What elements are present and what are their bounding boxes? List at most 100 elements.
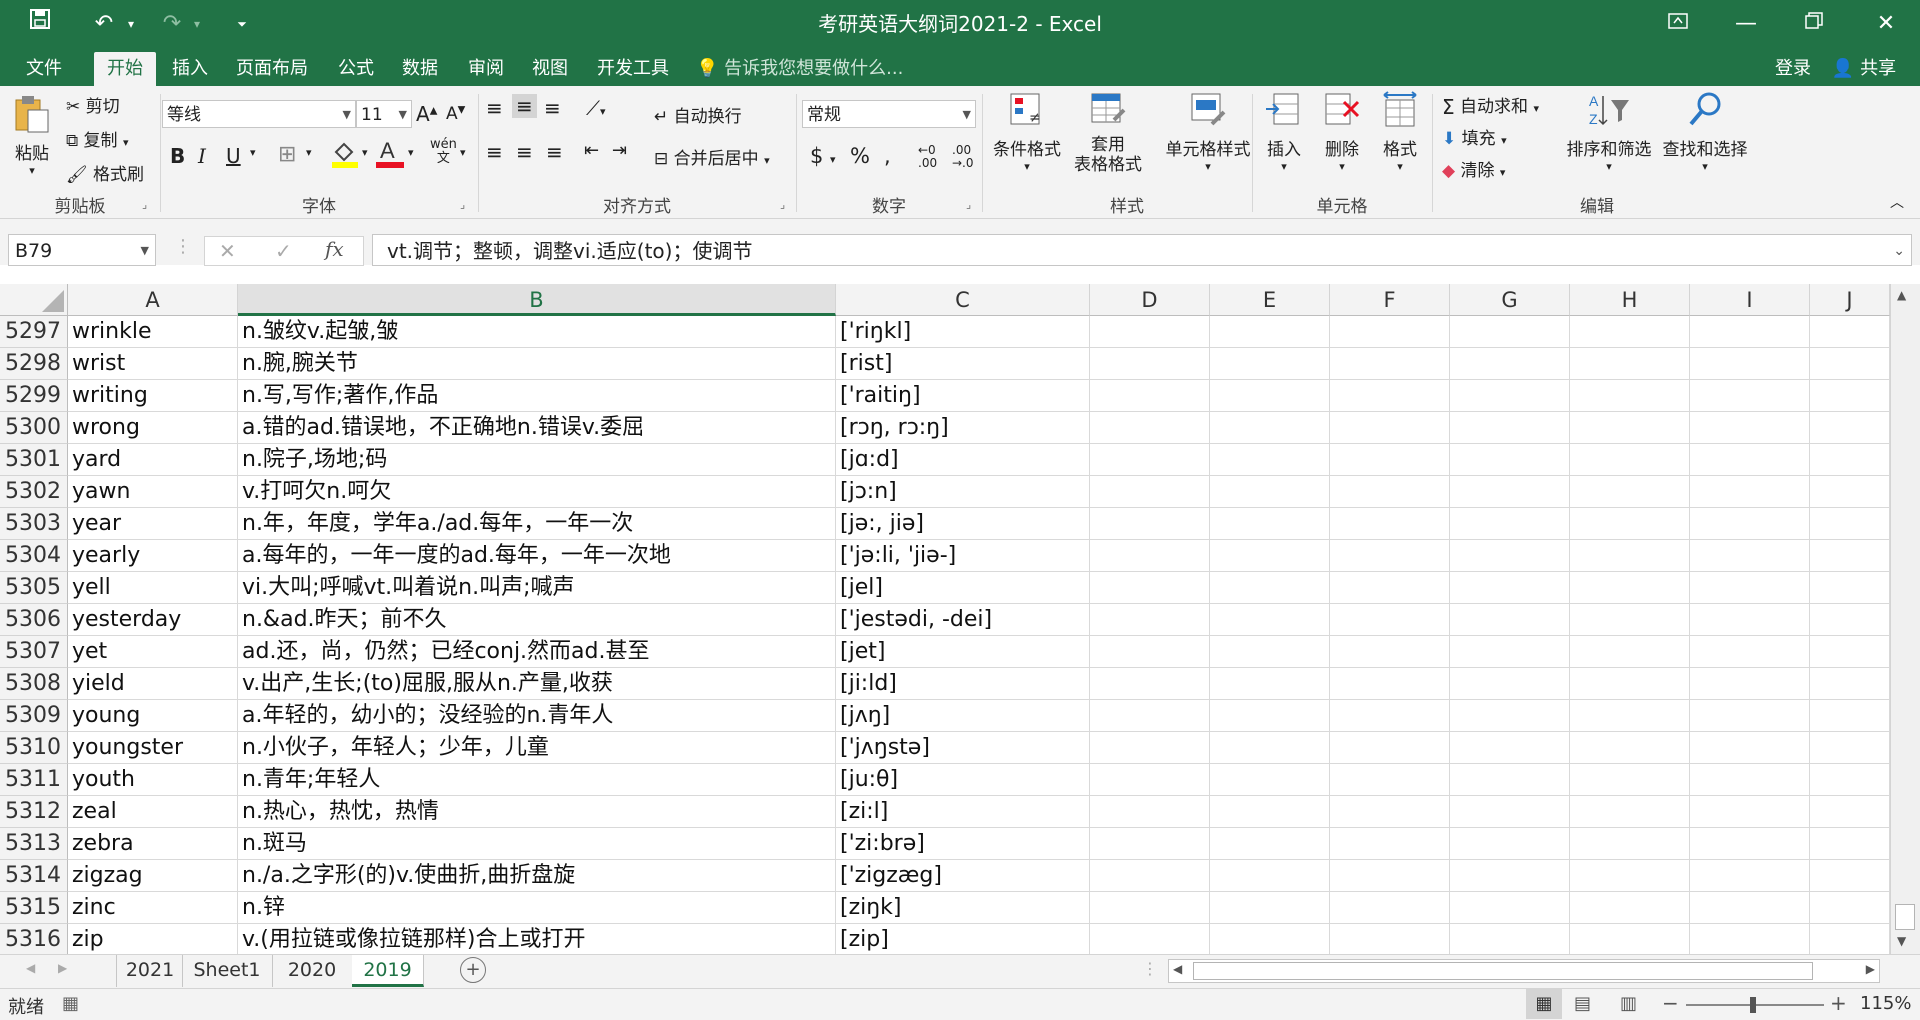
cell[interactable] xyxy=(1690,764,1810,796)
cell[interactable] xyxy=(1690,700,1810,732)
scroll-right-icon[interactable]: ▶ xyxy=(1866,962,1875,976)
row-header[interactable]: 5314 xyxy=(0,860,68,892)
align-left-icon[interactable]: ≡ xyxy=(486,140,503,164)
cell[interactable]: n.年，年度，学年a./ad.每年，一年一次 xyxy=(238,508,836,540)
cell[interactable] xyxy=(1210,604,1330,636)
row-header[interactable]: 5304 xyxy=(0,540,68,572)
orientation-icon[interactable]: ⟋▾ xyxy=(586,96,606,120)
column-header-j[interactable]: J xyxy=(1810,284,1890,316)
cell[interactable] xyxy=(1330,732,1450,764)
cell[interactable]: yawn xyxy=(68,476,238,508)
number-launcher-icon[interactable]: ⌟ xyxy=(966,198,971,211)
cell[interactable]: [zip] xyxy=(836,924,1090,954)
sign-in-link[interactable]: 登录 xyxy=(1768,52,1818,86)
cell[interactable]: yard xyxy=(68,444,238,476)
cell[interactable] xyxy=(1450,412,1570,444)
cell[interactable] xyxy=(1210,316,1330,348)
cell[interactable]: wrong xyxy=(68,412,238,444)
cell[interactable] xyxy=(1690,796,1810,828)
cell[interactable] xyxy=(1090,508,1210,540)
horizontal-scrollbar[interactable]: ◀ ▶ xyxy=(1168,959,1880,983)
phonetic-icon[interactable]: wén 文 xyxy=(430,138,457,166)
fill-button[interactable]: ⬇ 填充 ▾ xyxy=(1442,124,1507,149)
cell[interactable] xyxy=(1330,636,1450,668)
percent-icon[interactable]: % xyxy=(850,144,870,168)
cell[interactable] xyxy=(1810,700,1890,732)
cell[interactable] xyxy=(1330,508,1450,540)
expand-formula-icon[interactable]: ⌄ xyxy=(1893,235,1905,267)
font-name-combo[interactable]: 等线 ▼ xyxy=(162,100,356,128)
scroll-down-icon[interactable]: ▼ xyxy=(1897,934,1906,948)
cell[interactable] xyxy=(1810,412,1890,444)
cell[interactable]: vi.大叫;呼喊vt.叫着说n.叫声;喊声 xyxy=(238,572,836,604)
decrease-indent-icon[interactable]: ⇤ xyxy=(584,140,599,161)
cell[interactable] xyxy=(1570,316,1690,348)
clipboard-launcher-icon[interactable]: ⌟ xyxy=(142,198,147,211)
cell[interactable]: [ji:ld] xyxy=(836,668,1090,700)
cell[interactable]: n.斑马 xyxy=(238,828,836,860)
cell[interactable] xyxy=(1690,476,1810,508)
cell[interactable]: [jə:, jiə] xyxy=(836,508,1090,540)
cell[interactable] xyxy=(1810,764,1890,796)
cell[interactable] xyxy=(1210,668,1330,700)
cell[interactable]: yearly xyxy=(68,540,238,572)
enter-icon[interactable]: ✓ xyxy=(275,239,292,263)
cell[interactable] xyxy=(1330,668,1450,700)
cell[interactable] xyxy=(1330,572,1450,604)
wrap-text-button[interactable]: ↵ 自动换行 xyxy=(654,102,742,127)
cell[interactable] xyxy=(1810,316,1890,348)
bold-icon[interactable]: B xyxy=(170,144,185,168)
cell[interactable] xyxy=(1090,668,1210,700)
cell[interactable] xyxy=(1210,412,1330,444)
cell[interactable]: yet xyxy=(68,636,238,668)
normal-view-icon[interactable]: ▦ xyxy=(1526,989,1562,1019)
italic-icon[interactable]: I xyxy=(198,144,206,168)
cell[interactable] xyxy=(1570,924,1690,954)
row-header[interactable]: 5311 xyxy=(0,764,68,796)
cell[interactable] xyxy=(1330,444,1450,476)
cell[interactable]: [jɔ:n] xyxy=(836,476,1090,508)
cell[interactable]: n.院子,场地;码 xyxy=(238,444,836,476)
cell[interactable] xyxy=(1210,444,1330,476)
cell[interactable] xyxy=(1570,412,1690,444)
cell[interactable] xyxy=(1090,540,1210,572)
cell[interactable] xyxy=(1570,700,1690,732)
cell[interactable] xyxy=(1450,764,1570,796)
merge-center-button[interactable]: ⊟ 合并后居中 ▾ xyxy=(654,144,770,169)
cell[interactable] xyxy=(1210,732,1330,764)
currency-icon[interactable]: $ ▾ xyxy=(810,144,836,168)
row-header[interactable]: 5303 xyxy=(0,508,68,540)
tab-home[interactable]: 开始 xyxy=(94,52,156,86)
column-header-e[interactable]: E xyxy=(1210,284,1330,316)
cell[interactable] xyxy=(1210,572,1330,604)
vertical-scrollbar[interactable]: ▲ ▼ xyxy=(1890,284,1920,954)
cell[interactable] xyxy=(1090,444,1210,476)
zoom-level[interactable]: 115% xyxy=(1860,993,1911,1014)
cell[interactable]: [jɑ:d] xyxy=(836,444,1090,476)
font-color-icon[interactable]: A xyxy=(376,138,404,173)
row-header[interactable]: 5301 xyxy=(0,444,68,476)
zoom-slider-thumb[interactable] xyxy=(1750,997,1756,1013)
add-sheet-icon[interactable]: + xyxy=(460,957,486,983)
cell-styles-button[interactable]: 单元格样式 ▾ xyxy=(1148,90,1268,173)
borders-icon[interactable]: ⊞ xyxy=(278,142,296,167)
cell[interactable] xyxy=(1690,892,1810,924)
cell[interactable] xyxy=(1570,476,1690,508)
cell[interactable] xyxy=(1450,796,1570,828)
comma-style-icon[interactable]: , xyxy=(884,144,891,168)
cell[interactable] xyxy=(1690,412,1810,444)
cell[interactable] xyxy=(1450,604,1570,636)
sheet-tab-sheet1[interactable]: Sheet1 xyxy=(182,955,273,987)
row-header[interactable]: 5298 xyxy=(0,348,68,380)
sheet-tab-2021[interactable]: 2021 xyxy=(118,955,183,987)
cell[interactable] xyxy=(1210,924,1330,954)
cell[interactable] xyxy=(1690,572,1810,604)
cell[interactable] xyxy=(1450,348,1570,380)
font-color-dropdown-icon[interactable]: ▾ xyxy=(408,146,414,159)
select-all-corner[interactable] xyxy=(0,284,68,316)
cell[interactable] xyxy=(1210,764,1330,796)
cell[interactable] xyxy=(1450,444,1570,476)
column-header-a[interactable]: A xyxy=(68,284,238,316)
row-header[interactable]: 5315 xyxy=(0,892,68,924)
format-as-table-button[interactable]: 套用 表格格式 xyxy=(1070,90,1146,175)
